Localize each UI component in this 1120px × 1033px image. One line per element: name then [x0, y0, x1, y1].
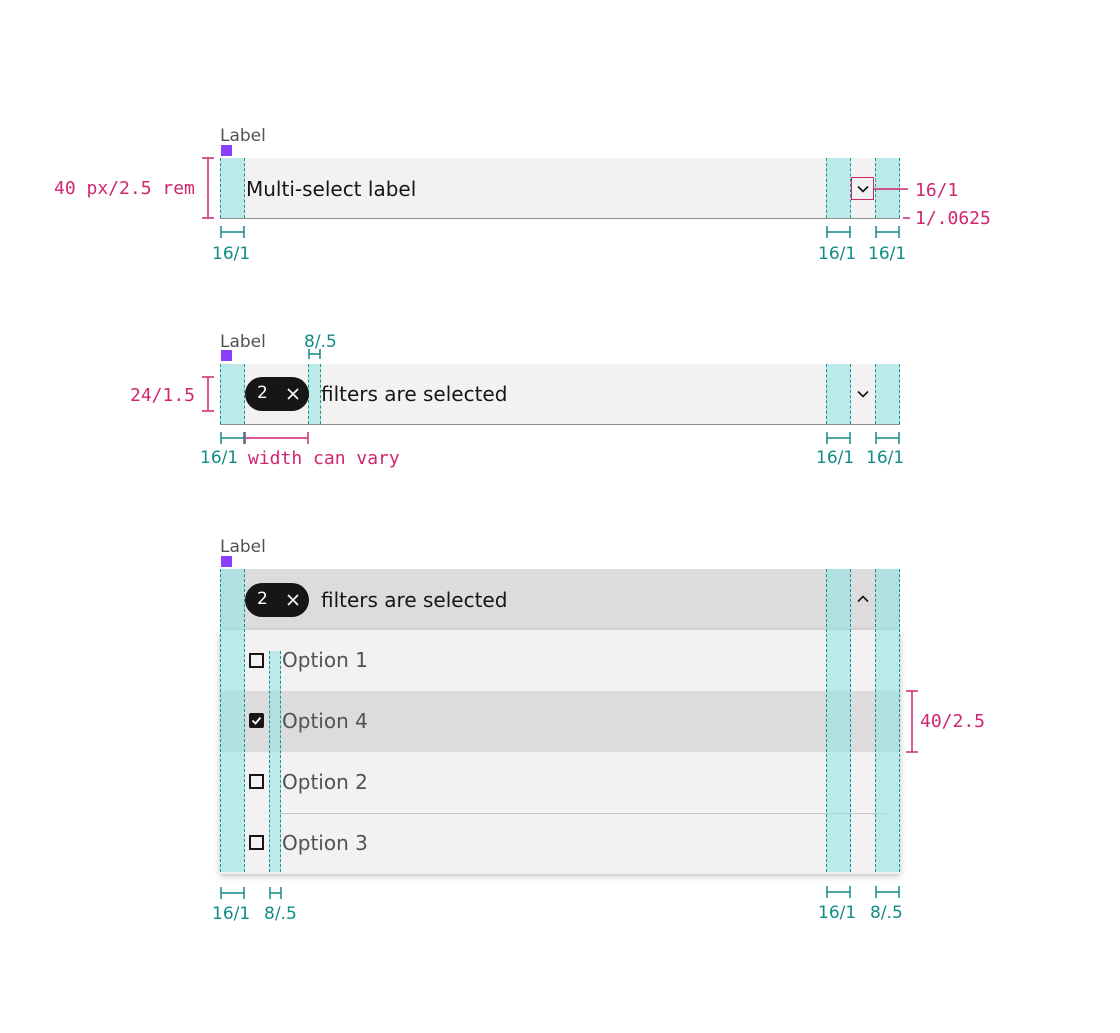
measurement-lines [202, 157, 918, 899]
